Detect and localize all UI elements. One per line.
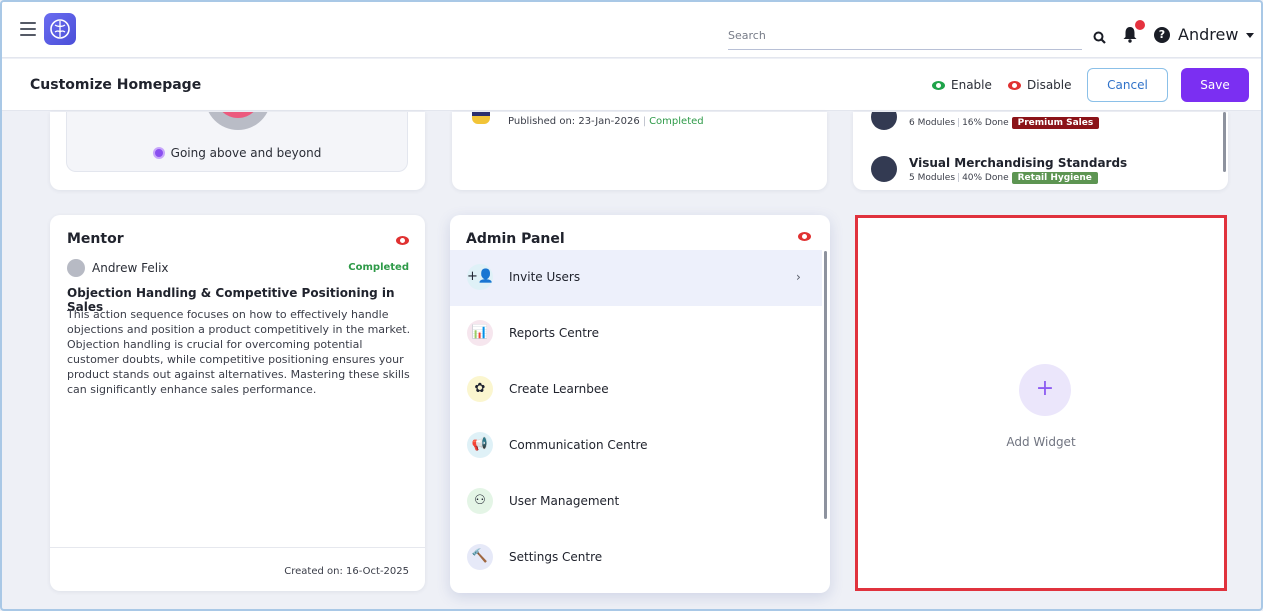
cancel-button[interactable]: Cancel <box>1087 68 1168 102</box>
page-title: Customize Homepage <box>30 77 202 93</box>
publication-icon <box>472 112 490 124</box>
course-progress: 16% Done <box>962 118 1009 128</box>
search-field <box>728 22 1082 50</box>
disable-label: Disable <box>1027 78 1072 92</box>
course-modules: 6 Modules <box>909 118 956 128</box>
published-widget: Published on: 23-Jan-2026 | Completed <box>452 112 827 190</box>
mentor-name: Andrew Felix <box>92 261 169 275</box>
course-tag: Premium Sales <box>1011 117 1100 129</box>
enable-label: Enable <box>951 78 992 92</box>
add-widget-slot[interactable]: + Add Widget <box>855 215 1227 591</box>
megaphone-icon: 📢 <box>467 432 493 458</box>
scrollbar[interactable] <box>1223 112 1226 172</box>
admin-menu-item[interactable]: 📊 Reports Centre <box>450 306 822 362</box>
visibility-eye-icon[interactable] <box>798 232 811 241</box>
admin-menu-item[interactable]: ✿ Create Learnbee <box>450 362 822 418</box>
menu-icon[interactable] <box>20 22 36 36</box>
badge-label: Going above and beyond <box>67 146 407 160</box>
badge-text: Going above and beyond <box>170 146 322 160</box>
enable-legend: Enable <box>932 78 992 92</box>
admin-menu-item[interactable]: 🔨 Settings Centre <box>450 530 822 586</box>
search-icon[interactable] <box>1093 29 1106 48</box>
admin-panel-widget: Admin Panel +👤 Invite Users › 📊 Reports Cent… <box>450 215 830 593</box>
badge-box: Going above and beyond <box>66 112 408 172</box>
course-modules: 5 Modules <box>909 173 956 183</box>
org-chart-icon: ⚇ <box>467 488 493 514</box>
separator: | <box>957 173 961 183</box>
top-bar: ? Andrew <box>2 2 1261 58</box>
add-widget-button[interactable]: + <box>1019 364 1071 416</box>
published-date: Published on: 23-Jan-2026 <box>508 116 640 127</box>
course-avatar <box>871 112 897 130</box>
course-progress: 40% Done <box>962 173 1009 183</box>
admin-menu-label: Reports Centre <box>509 326 599 340</box>
eye-green-icon <box>932 81 945 90</box>
mentor-description: This action sequence focuses on how to e… <box>67 308 411 396</box>
scrollbar[interactable] <box>824 251 827 519</box>
admin-menu-label: User Management <box>509 494 620 508</box>
course-avatar <box>871 156 897 182</box>
user-menu[interactable]: Andrew <box>1178 25 1238 44</box>
mentor-title: Mentor <box>67 231 124 247</box>
customize-header: Customize Homepage Enable Disable Cancel… <box>2 59 1261 111</box>
add-widget-label: Add Widget <box>1006 435 1076 449</box>
badge-widget: Going above and beyond <box>50 112 425 190</box>
eye-red-icon <box>1008 81 1021 90</box>
course-tag: Retail Hygiene <box>1011 172 1098 184</box>
published-status: Completed <box>649 116 704 127</box>
app-window: ? Andrew Customize Homepage Enable Disab… <box>0 0 1263 611</box>
course-meta: 5 Modules | 40% Done Retail Hygiene <box>909 172 1098 184</box>
reports-icon: 📊 <box>467 320 493 346</box>
admin-menu-label: Settings Centre <box>509 550 603 564</box>
notification-dot <box>1135 20 1145 30</box>
avatar <box>67 259 85 277</box>
courses-widget: 6 Modules | 16% Done Premium Sales Visual M… <box>853 112 1228 190</box>
badge-icon <box>152 147 165 159</box>
course-meta: 6 Modules | 16% Done Premium Sales <box>909 117 1100 129</box>
admin-menu-label: Invite Users <box>509 270 581 284</box>
divider <box>50 547 425 548</box>
save-button[interactable]: Save <box>1181 68 1249 102</box>
published-info: Published on: 23-Jan-2026 | Completed <box>508 116 704 127</box>
caret-down-icon[interactable] <box>1246 33 1254 38</box>
visibility-eye-icon[interactable] <box>396 236 409 245</box>
search-input[interactable] <box>728 22 1058 48</box>
course-title: Visual Merchandising Standards <box>909 156 1128 170</box>
disable-legend: Disable <box>1008 78 1072 92</box>
bell-icon[interactable] <box>1122 26 1138 47</box>
separator: | <box>957 118 961 128</box>
created-date: Created on: 16-Oct-2025 <box>284 566 409 577</box>
learnbee-icon: ✿ <box>467 376 493 402</box>
brain-logo-icon[interactable] <box>44 13 76 45</box>
admin-menu-item[interactable]: 📢 Communication Centre <box>450 418 822 474</box>
help-icon[interactable]: ? <box>1154 27 1170 43</box>
admin-menu-label: Create Learnbee <box>509 382 609 396</box>
chevron-right-icon: › <box>796 270 801 284</box>
hammer-icon: 🔨 <box>467 544 493 570</box>
invite-users-icon: +👤 <box>467 264 494 290</box>
admin-menu-item[interactable]: ⚇ User Management <box>450 474 822 530</box>
mentor-widget: Mentor Andrew Felix Completed Objection … <box>50 215 425 591</box>
badge-image <box>205 112 271 130</box>
admin-title: Admin Panel <box>466 231 565 247</box>
separator: | <box>642 116 647 127</box>
admin-menu-label: Communication Centre <box>509 438 648 452</box>
admin-menu-item[interactable]: +👤 Invite Users › <box>450 250 822 306</box>
status-badge: Completed <box>348 262 409 273</box>
